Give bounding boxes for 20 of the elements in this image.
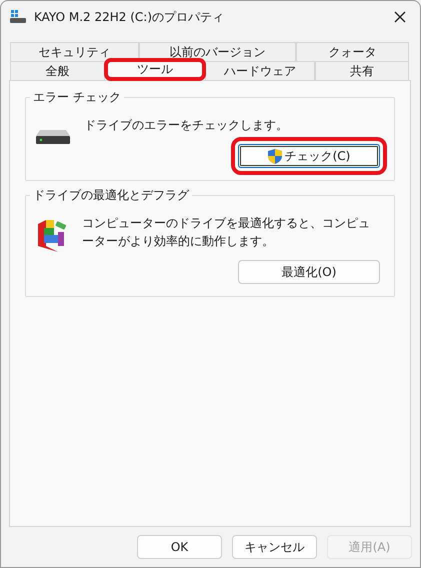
tab[interactable]: クォータ	[296, 42, 409, 61]
tab[interactable]: セキュリティ	[10, 42, 139, 61]
tab[interactable]: ハードウェア	[205, 61, 315, 80]
tab[interactable]: 全般	[10, 61, 105, 80]
tab[interactable]: 共有	[315, 61, 409, 80]
dialog-button[interactable]: キャンセル	[232, 535, 317, 559]
group-title: エラー チェック	[32, 89, 122, 106]
action-button[interactable]: 最適化(O)	[238, 260, 380, 284]
tab[interactable]: ツール	[105, 59, 205, 80]
description: ドライブのエラーをチェックします。	[84, 117, 289, 134]
drive-icon	[10, 10, 26, 24]
close-icon[interactable]	[394, 11, 406, 23]
description: コンピューターのドライブを最適化すると、コンピューターがより効率的に動作します。	[82, 215, 371, 250]
defrag-icon	[36, 218, 68, 252]
shield-icon	[268, 148, 282, 164]
group-title: ドライブの最適化とデフラグ	[32, 187, 190, 204]
tab[interactable]: 以前のバージョン	[139, 42, 296, 61]
dialog-button[interactable]: OK	[137, 535, 222, 559]
window-title: KAYO M.2 22H2 (C:)のプロパティ	[34, 8, 226, 26]
hard-drive-icon	[36, 130, 70, 144]
